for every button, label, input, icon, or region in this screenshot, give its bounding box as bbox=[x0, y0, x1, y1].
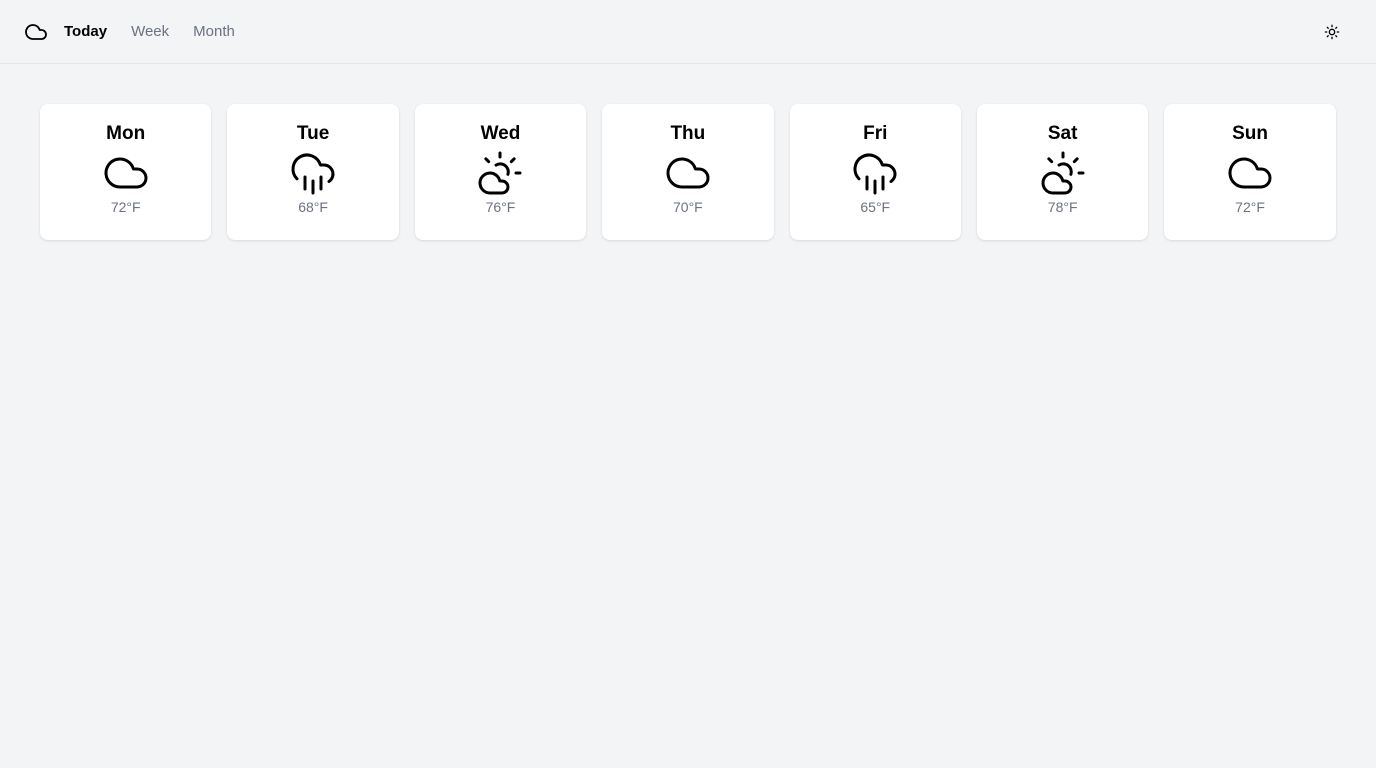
partly-sunny-icon bbox=[476, 149, 524, 197]
cloud-icon[interactable] bbox=[24, 20, 48, 44]
forecast-day: Thu bbox=[670, 123, 706, 144]
forecast-card-fri[interactable]: Fri 65°F bbox=[789, 104, 961, 240]
view-tabs: Today Week Month bbox=[64, 22, 235, 42]
forecast-temperature: 72°F bbox=[110, 199, 141, 215]
cloud-icon bbox=[664, 149, 712, 197]
forecast-day: Fri bbox=[863, 123, 888, 144]
forecast-day: Sun bbox=[1232, 123, 1268, 144]
tab-today[interactable]: Today bbox=[64, 22, 107, 42]
forecast-card-wed[interactable]: Wed 76°F bbox=[414, 104, 587, 240]
tab-month[interactable]: Month bbox=[193, 22, 235, 42]
cloud-rain-icon bbox=[851, 149, 899, 197]
cloud-rain-icon bbox=[289, 149, 337, 197]
cloud-icon bbox=[102, 149, 150, 197]
forecast-card-sat[interactable]: Sat 78°F bbox=[976, 104, 1149, 240]
forecast-day: Wed bbox=[480, 123, 521, 144]
forecast-temperature: 65°F bbox=[860, 199, 891, 215]
cloud-icon bbox=[1226, 149, 1274, 197]
forecast-temperature: 78°F bbox=[1047, 199, 1078, 215]
forecast-day: Tue bbox=[296, 123, 330, 144]
forecast-day: Sat bbox=[1047, 123, 1078, 144]
forecast-card-mon[interactable]: Mon 72°F bbox=[40, 104, 212, 240]
forecast-card-tue[interactable]: Tue 68°F bbox=[227, 104, 399, 240]
partly-sunny-icon bbox=[1039, 149, 1087, 197]
forecast-card-sun[interactable]: Sun 72°F bbox=[1164, 104, 1336, 240]
forecast-temperature: 76°F bbox=[485, 199, 516, 215]
forecast-day: Mon bbox=[106, 123, 146, 144]
forecast-temperature: 72°F bbox=[1235, 199, 1265, 215]
tab-week[interactable]: Week bbox=[131, 22, 169, 42]
forecast-temperature: 70°F bbox=[673, 199, 703, 215]
app-header: Today Week Month bbox=[0, 0, 1376, 64]
forecast-cards: Mon 72°F Tue 68°F Wed 76°F Thu 70°F Fri 65°F Sat 78… bbox=[0, 64, 1376, 240]
forecast-temperature: 68°F bbox=[298, 199, 328, 215]
sun-icon[interactable] bbox=[1324, 24, 1340, 40]
forecast-card-thu[interactable]: Thu 70°F bbox=[602, 104, 774, 240]
